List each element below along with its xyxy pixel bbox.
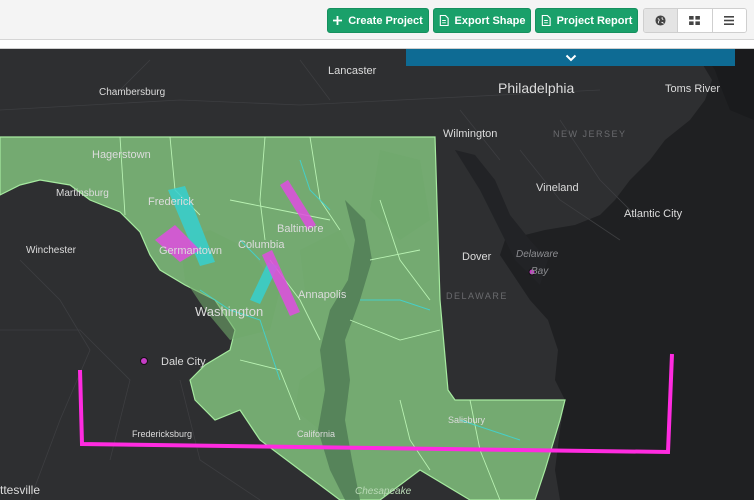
label-toms-river: Toms River bbox=[665, 83, 720, 95]
label-atlantic-city: Atlantic City bbox=[624, 208, 683, 220]
view-toggle-group bbox=[643, 8, 747, 33]
label-delaware-bay: Delaware bbox=[516, 249, 559, 260]
project-report-button[interactable]: Project Report bbox=[535, 8, 638, 33]
plus-icon bbox=[333, 16, 343, 25]
label-delaware-state: DELAWARE bbox=[446, 291, 508, 301]
grid-view-button[interactable] bbox=[678, 9, 713, 32]
label-frederick: Frederick bbox=[148, 196, 194, 208]
report-file-icon bbox=[541, 15, 551, 26]
label-annapolis: Annapolis bbox=[298, 289, 347, 301]
label-dale-city: Dale City bbox=[161, 356, 206, 368]
label-chambersburg: Chambersburg bbox=[99, 87, 165, 98]
label-vineland: Vineland bbox=[536, 182, 579, 194]
export-shape-label: Export Shape bbox=[454, 14, 526, 27]
label-hagerstown: Hagerstown bbox=[92, 149, 151, 161]
map-svg: Lancaster Chambersburg Philadelphia Toms… bbox=[0, 49, 754, 500]
list-icon bbox=[724, 16, 735, 25]
create-project-button[interactable]: Create Project bbox=[327, 8, 429, 33]
chevron-down-icon bbox=[565, 54, 576, 61]
label-philadelphia: Philadelphia bbox=[498, 80, 574, 96]
label-baltimore: Baltimore bbox=[277, 223, 323, 235]
label-salisbury: Salisbury bbox=[448, 415, 486, 425]
label-chesapeake: Chesapeake bbox=[355, 486, 412, 497]
file-icon bbox=[439, 15, 449, 26]
label-lancaster: Lancaster bbox=[328, 65, 377, 77]
label-washington: Washington bbox=[195, 304, 263, 319]
globe-icon bbox=[655, 15, 666, 26]
label-germantown: Germantown bbox=[159, 245, 222, 257]
label-bay: Bay bbox=[531, 266, 549, 277]
map-canvas[interactable]: Lancaster Chambersburg Philadelphia Toms… bbox=[0, 49, 754, 500]
grid-icon bbox=[689, 16, 701, 25]
label-new-jersey: NEW JERSEY bbox=[553, 129, 627, 139]
create-project-label: Create Project bbox=[348, 14, 423, 27]
map-view-button[interactable] bbox=[644, 9, 679, 32]
project-report-label: Project Report bbox=[556, 14, 633, 27]
list-view-button[interactable] bbox=[712, 9, 746, 32]
label-dover: Dover bbox=[462, 251, 492, 263]
toolbar-divider bbox=[0, 40, 754, 49]
export-shape-button[interactable]: Export Shape bbox=[433, 8, 531, 33]
label-california: California bbox=[297, 429, 335, 439]
label-fredericksburg: Fredericksburg bbox=[132, 429, 192, 439]
label-martinsburg: Martinsburg bbox=[56, 188, 109, 199]
panel-toggle-button[interactable] bbox=[406, 49, 735, 66]
label-winchester: Winchester bbox=[26, 245, 77, 256]
label-columbia: Columbia bbox=[238, 239, 285, 251]
dale-city-marker[interactable] bbox=[140, 357, 148, 365]
top-toolbar: Create Project Export Shape Project Repo… bbox=[0, 0, 754, 40]
label-charlottesville: ttesville bbox=[0, 483, 40, 497]
label-wilmington: Wilmington bbox=[443, 128, 497, 140]
